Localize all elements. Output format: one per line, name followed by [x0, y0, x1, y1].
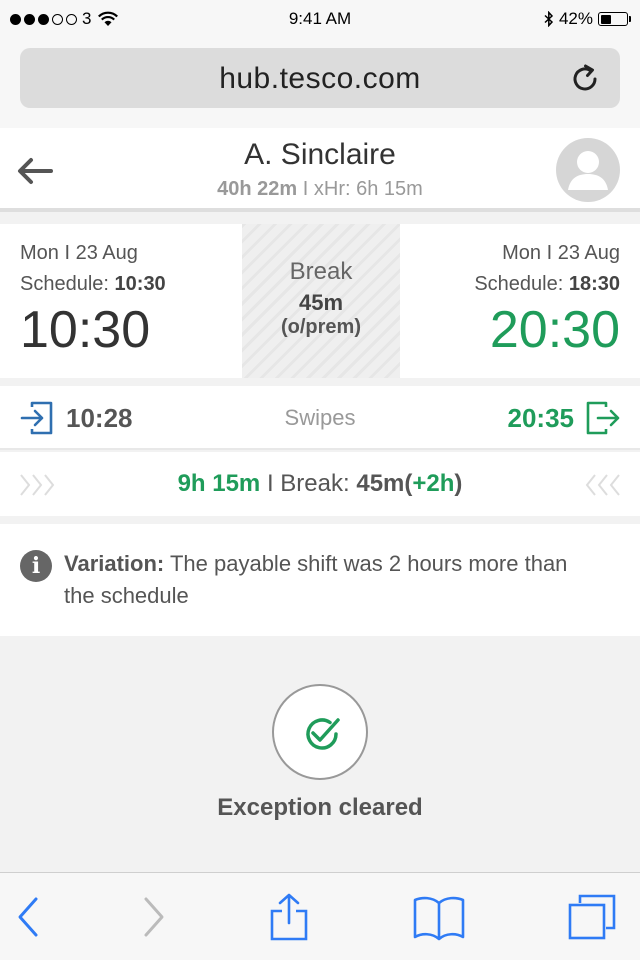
end-schedule: Schedule: 18:30	[400, 273, 620, 296]
variation-notice: i Variation: The payable shift was 2 hou…	[0, 524, 640, 636]
totals-separator: I	[266, 470, 274, 497]
tabs-icon[interactable]	[566, 893, 618, 941]
totals-break-label: Break:	[280, 470, 350, 497]
start-schedule-label: Schedule:	[20, 273, 109, 295]
extra-hours: xHr: 6h 15m	[313, 178, 423, 200]
totals-break-value: 45m	[356, 470, 405, 497]
employee-header: A. Sinclaire 40h 22m I xHr: 6h 15m	[0, 128, 640, 212]
hours-separator: I	[302, 178, 309, 200]
break-note: (o/prem)	[281, 316, 361, 338]
break-panel: Break 45m (o/prem)	[242, 224, 400, 378]
start-actual-time: 10:30	[20, 301, 151, 359]
bluetooth-icon	[544, 11, 554, 27]
start-schedule-time: 10:30	[114, 273, 166, 295]
paren-close: )	[454, 470, 463, 497]
status-right: 42%	[544, 9, 631, 29]
check-circle-icon	[306, 718, 340, 750]
shift-end: Mon I 23 Aug Schedule: 18:30 20:30	[400, 224, 620, 378]
share-icon[interactable]	[268, 893, 310, 941]
browser-forward-icon[interactable]	[138, 893, 168, 941]
variation-label: Variation:	[64, 551, 165, 576]
status-bar: 3 9:41 AM 42%	[0, 0, 640, 40]
totals-summary: 9h 15m I Break: 45m(+2h)	[0, 470, 640, 498]
info-icon: i	[20, 550, 52, 582]
shift-card: Mon I 23 Aug Schedule: 10:30 10:30 Break…	[0, 224, 640, 378]
start-date: Mon I 23 Aug	[20, 242, 138, 264]
variation-text: Variation: The payable shift was 2 hours…	[64, 548, 604, 612]
user-icon	[568, 151, 608, 190]
reload-icon[interactable]	[568, 62, 602, 96]
end-schedule-label: Schedule:	[474, 273, 564, 295]
browser-address-bar: hub.tesco.com	[0, 40, 640, 128]
avatar[interactable]	[556, 138, 620, 202]
url-text[interactable]: hub.tesco.com	[20, 62, 620, 96]
bookmarks-icon[interactable]	[412, 893, 466, 941]
browser-toolbar	[0, 872, 640, 960]
url-field[interactable]: hub.tesco.com	[20, 48, 620, 108]
sign-out-icon	[586, 401, 620, 435]
exception-label: Exception cleared	[217, 794, 423, 821]
end-date: Mon I 23 Aug	[502, 242, 620, 264]
battery-level	[600, 14, 611, 24]
swipe-out-time: 20:35	[507, 403, 575, 433]
end-actual-time: 20:30	[489, 301, 620, 359]
totals-row: 9h 15m I Break: 45m(+2h)	[0, 452, 640, 516]
browser-back-icon[interactable]	[14, 893, 44, 941]
chevrons-left-icon	[585, 474, 620, 496]
employee-name: A. Sinclaire	[244, 138, 396, 171]
battery-icon	[598, 12, 631, 26]
start-schedule: Schedule: 10:30	[20, 273, 240, 296]
total-hours: 40h 22m	[217, 178, 298, 200]
worked-hours: 9h 15m	[177, 470, 261, 497]
hours-difference: +2h	[412, 470, 455, 497]
shift-start: Mon I 23 Aug Schedule: 10:30 10:30	[20, 224, 240, 378]
battery-percent: 42%	[558, 9, 593, 28]
exception-status-button[interactable]	[272, 684, 368, 780]
break-duration: 45m	[298, 290, 344, 315]
end-schedule-time: 18:30	[568, 273, 620, 295]
hours-summary: 40h 22m I xHr: 6h 15m	[0, 178, 640, 201]
break-title: Break	[289, 258, 353, 285]
swipes-row: 10:28 Swipes 20:35	[0, 386, 640, 450]
